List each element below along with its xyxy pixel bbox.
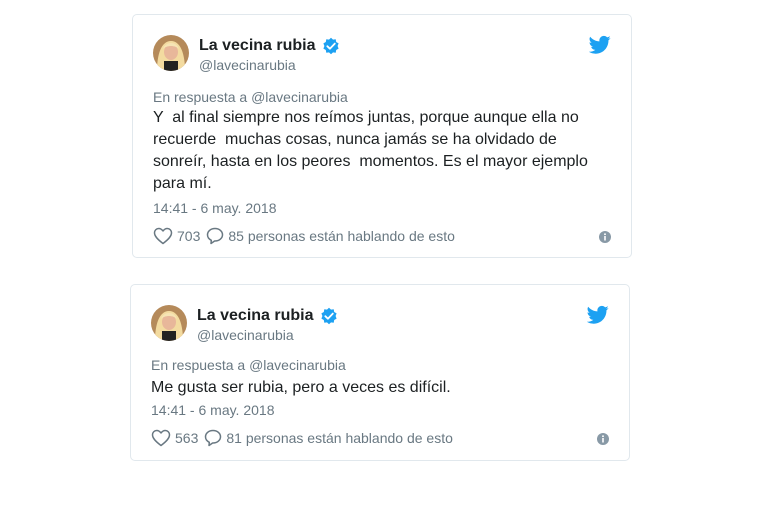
reply-context: En respuesta a @lavecinarubia: [151, 357, 346, 373]
speech-bubble-icon: [207, 227, 224, 245]
author-row: La vecina rubia: [197, 305, 338, 327]
like-button[interactable]: 703: [153, 227, 200, 245]
avatar[interactable]: [153, 35, 189, 71]
tweet-actions: 563 81 personas están hablando de esto: [151, 429, 609, 447]
heart-icon: [151, 429, 171, 447]
tweet-timestamp[interactable]: 14:41 - 6 may. 2018: [151, 402, 274, 418]
like-count: 563: [175, 430, 199, 446]
tweet-card: La vecina rubia @lavecinarubia En respue…: [130, 284, 630, 461]
tweet-actions: 703 85 personas están hablando de esto: [153, 227, 611, 245]
reply-mention-link[interactable]: @lavecinarubia: [249, 357, 346, 373]
tweet-text: Me gusta ser rubia, pero a veces es difí…: [151, 379, 451, 396]
reply-mention-link[interactable]: @lavecinarubia: [251, 89, 348, 105]
verified-badge-icon: [320, 307, 338, 325]
reply-prefix: En respuesta a: [151, 357, 250, 373]
like-count: 703: [177, 228, 201, 244]
like-button[interactable]: 563: [151, 429, 198, 447]
reply-prefix: En respuesta a: [153, 89, 252, 105]
verified-badge-icon: [322, 37, 340, 55]
conversation-count: 81 personas están hablando de esto: [226, 430, 453, 446]
author-handle[interactable]: @lavecinarubia: [199, 57, 296, 73]
conversation-link[interactable]: 85 personas están hablando de esto: [206, 227, 455, 245]
speech-bubble-icon: [205, 429, 222, 447]
tweet-card: La vecina rubia @lavecinarubia En respue…: [132, 14, 632, 258]
conversation-count: 85 personas están hablando de esto: [228, 228, 455, 244]
twitter-bird-icon[interactable]: [588, 35, 611, 55]
author-name[interactable]: La vecina rubia: [199, 37, 316, 55]
avatar[interactable]: [151, 305, 187, 341]
heart-icon: [153, 227, 173, 245]
author-handle[interactable]: @lavecinarubia: [197, 327, 294, 343]
author-row: La vecina rubia: [199, 35, 340, 57]
conversation-link[interactable]: 81 personas están hablando de esto: [204, 429, 453, 447]
tweet-text: Y al final siempre nos reímos juntas, po…: [153, 109, 588, 192]
info-icon[interactable]: [599, 230, 611, 243]
info-icon[interactable]: [597, 432, 609, 445]
reply-context: En respuesta a @lavecinarubia: [153, 89, 348, 105]
twitter-bird-icon[interactable]: [586, 305, 609, 325]
tweet-timestamp[interactable]: 14:41 - 6 may. 2018: [153, 200, 276, 216]
author-name[interactable]: La vecina rubia: [197, 307, 314, 325]
